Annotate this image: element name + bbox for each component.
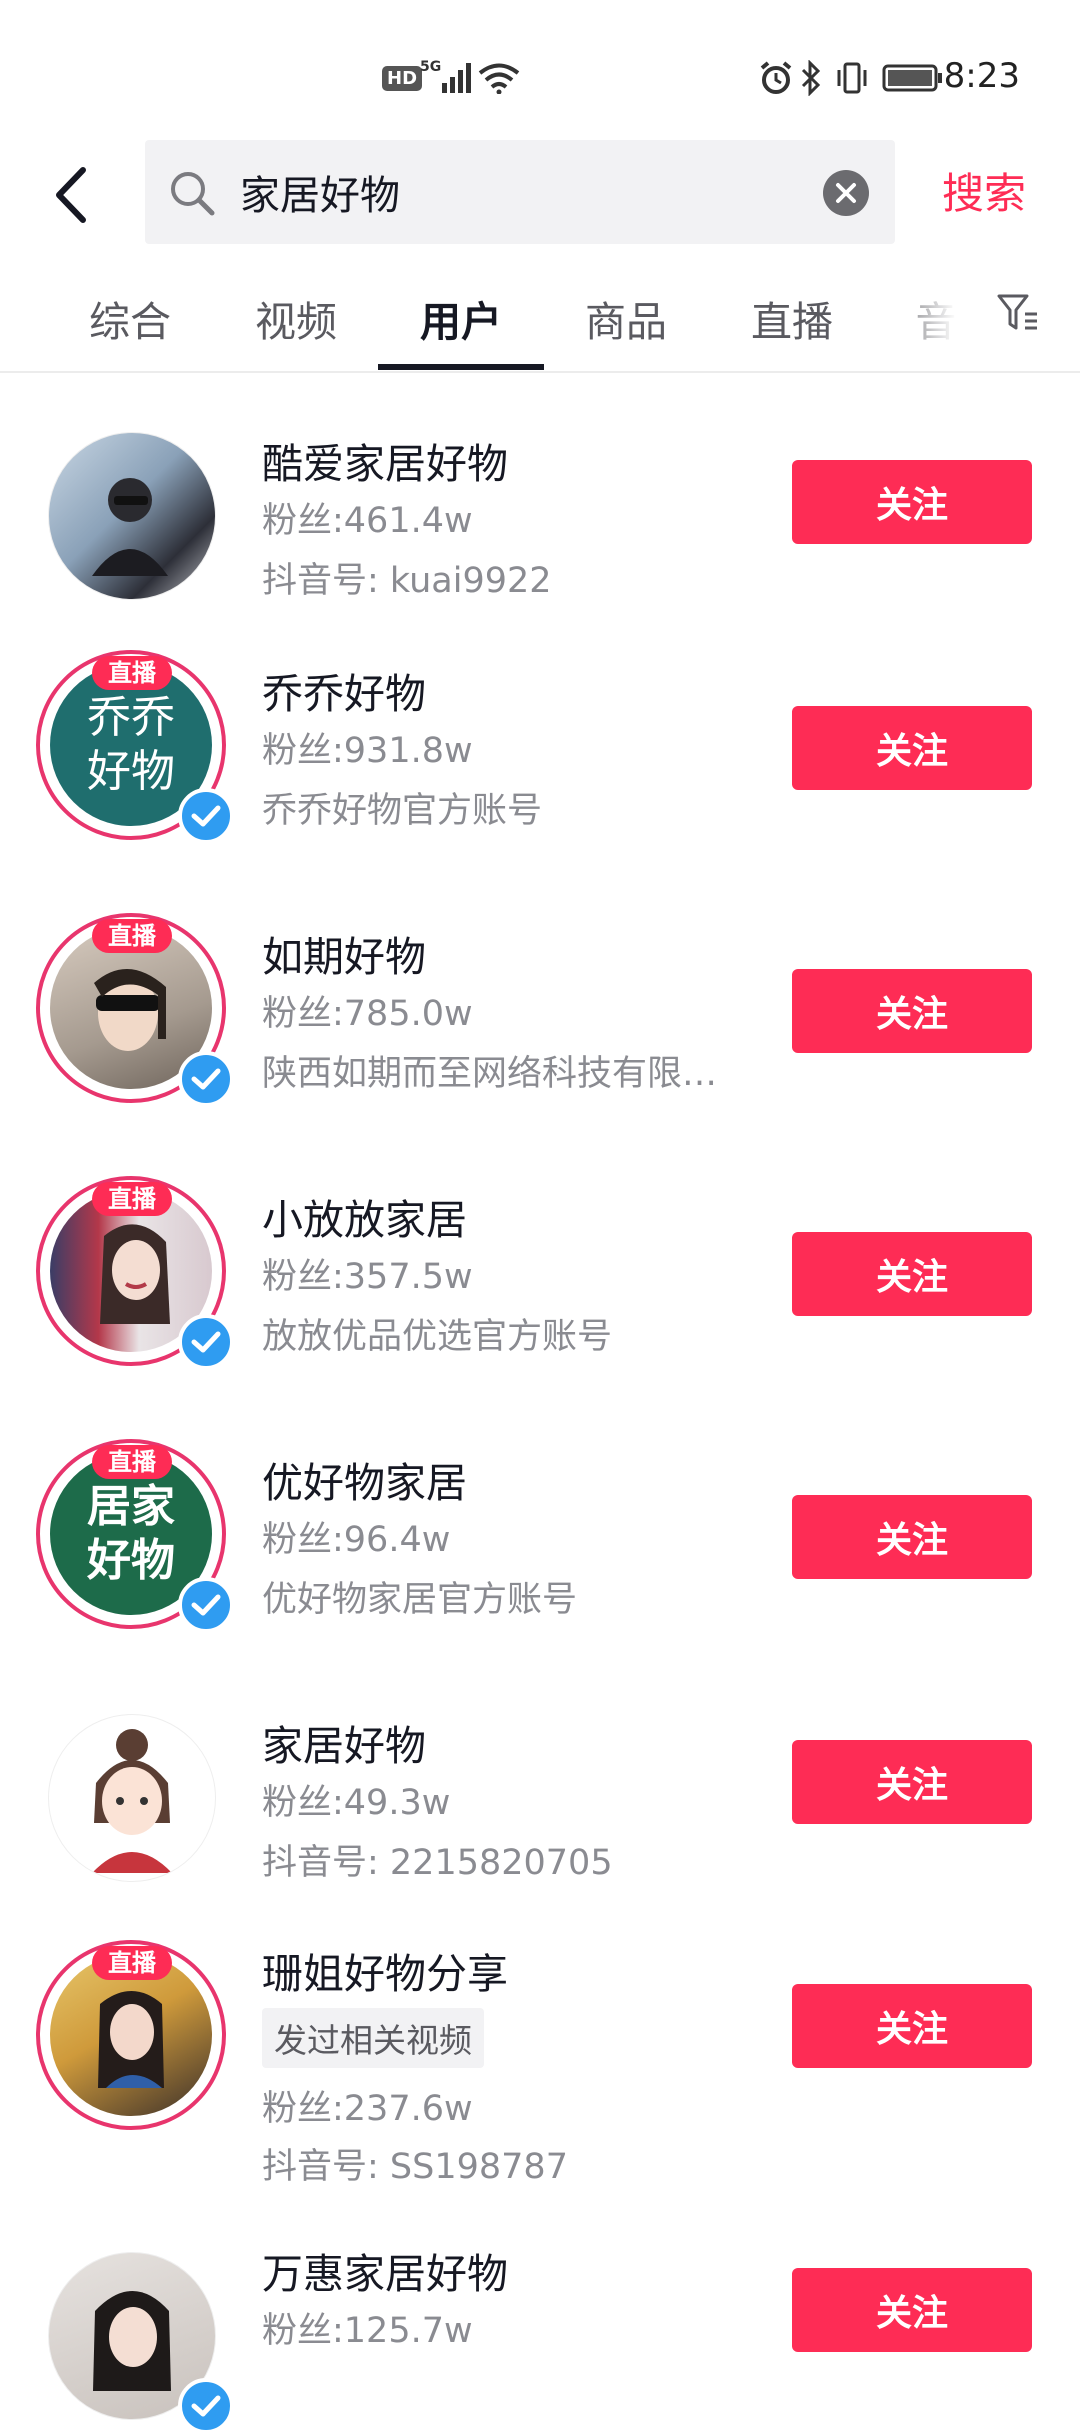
result-tabs: 综合 视频 用户 商品 直播 音: [0, 270, 1080, 370]
follow-button[interactable]: 关注: [792, 969, 1032, 1053]
tab-products[interactable]: 商品: [585, 288, 667, 348]
person-icon: [92, 478, 168, 576]
follow-button[interactable]: 关注: [792, 1740, 1032, 1824]
person-icon: [98, 1991, 164, 2088]
avatar[interactable]: [36, 1702, 226, 1892]
follow-button[interactable]: 关注: [792, 1232, 1032, 1316]
live-badge: 直播: [92, 1946, 172, 1980]
verified-icon: [178, 1577, 234, 1633]
alarm-icon: [758, 58, 794, 98]
user-description: 抖音号: kuai9922: [262, 561, 552, 601]
vibrate-icon: [834, 58, 870, 98]
related-video-tag: 发过相关视频: [262, 2008, 484, 2068]
live-badge: 直播: [92, 1445, 172, 1479]
user-description: 乔乔好物官方账号: [262, 791, 543, 831]
fans-count: 粉丝:357.5w: [262, 1257, 473, 1297]
search-bar[interactable]: [145, 140, 895, 244]
fans-count: 粉丝:237.6w: [262, 2089, 473, 2129]
verified-icon: [178, 1314, 234, 1370]
user-name: 家居好物: [262, 1722, 426, 1770]
follow-button[interactable]: 关注: [792, 1495, 1032, 1579]
network-type: 5G: [420, 59, 442, 75]
verified-icon: [178, 1051, 234, 1107]
follow-button[interactable]: 关注: [792, 1984, 1032, 2068]
avatar[interactable]: 直播: [36, 1176, 234, 1370]
wifi-icon: [478, 58, 520, 98]
tabs-divider: [0, 371, 1080, 373]
avatar[interactable]: 直播: [36, 1940, 226, 2130]
fans-count: 粉丝:96.4w: [262, 1520, 451, 1560]
live-badge: 直播: [92, 919, 172, 953]
hd-badge: HD: [382, 65, 423, 91]
tabs-fade: [880, 270, 970, 370]
tab-users[interactable]: 用户: [420, 288, 502, 348]
bluetooth-icon: [800, 58, 822, 98]
back-button[interactable]: [40, 160, 100, 230]
live-badge: 直播: [92, 656, 172, 690]
user-name: 乔乔好物: [262, 670, 426, 718]
fans-count: 粉丝:49.3w: [262, 1783, 451, 1823]
hd-indicator: HD: [382, 58, 423, 98]
cartoon-person-icon: [92, 1729, 172, 1873]
avatar[interactable]: 居家 好物 直播: [36, 1439, 234, 1633]
avatar-text: 居家 好物: [87, 1481, 175, 1586]
user-description: 抖音号: 2215820705: [262, 1843, 613, 1883]
person-icon: [94, 968, 166, 1051]
status-bar: HD 5G 8:23: [0, 0, 1080, 150]
avatar[interactable]: 直播: [36, 913, 234, 1107]
avatar[interactable]: [36, 2240, 234, 2434]
user-name: 珊姐好物分享: [262, 1950, 508, 1998]
user-description: 抖音号: SS198787: [262, 2147, 568, 2187]
user-description: 优好物家居官方账号: [262, 1580, 578, 1620]
user-name: 小放放家居: [262, 1196, 467, 1244]
tab-video[interactable]: 视频: [255, 288, 337, 348]
active-tab-indicator: [378, 364, 544, 370]
follow-button[interactable]: 关注: [792, 2268, 1032, 2352]
live-badge: 直播: [92, 1182, 172, 1216]
user-name: 万惠家居好物: [262, 2250, 508, 2298]
avatar[interactable]: 乔乔 好物 直播: [36, 650, 234, 844]
avatar[interactable]: [36, 420, 226, 610]
search-input[interactable]: [240, 140, 800, 244]
search-submit-button[interactable]: 搜索: [942, 160, 1026, 221]
person-icon: [93, 2291, 171, 2391]
tab-live[interactable]: 直播: [751, 288, 833, 348]
person-icon: [100, 1224, 170, 1324]
fans-count: 粉丝:461.4w: [262, 501, 473, 541]
follow-button[interactable]: 关注: [792, 460, 1032, 544]
battery-icon: [882, 58, 944, 98]
user-name: 如期好物: [262, 933, 426, 981]
cellular-signal-icon: 5G: [420, 58, 475, 98]
fans-count: 粉丝:931.8w: [262, 731, 473, 771]
user-description: 放放优品优选官方账号: [262, 1317, 613, 1357]
search-icon: [171, 172, 215, 216]
fans-count: 粉丝:785.0w: [262, 994, 473, 1034]
follow-button[interactable]: 关注: [792, 706, 1032, 790]
tab-comprehensive[interactable]: 综合: [89, 288, 171, 348]
close-icon: [836, 183, 856, 203]
user-name: 酷爱家居好物: [262, 440, 508, 488]
filter-icon[interactable]: [995, 290, 1041, 336]
verified-icon: [178, 788, 234, 844]
verified-icon: [178, 2378, 234, 2434]
user-name: 优好物家居: [262, 1459, 467, 1507]
user-description: 陕西如期而至网络科技有限…: [262, 1054, 718, 1094]
clear-search-button[interactable]: [823, 170, 869, 216]
chevron-left-icon: [56, 167, 86, 223]
clock: 8:23: [943, 56, 1020, 96]
fans-count: 粉丝:125.7w: [262, 2311, 473, 2351]
avatar-text: 乔乔 好物: [87, 692, 175, 797]
